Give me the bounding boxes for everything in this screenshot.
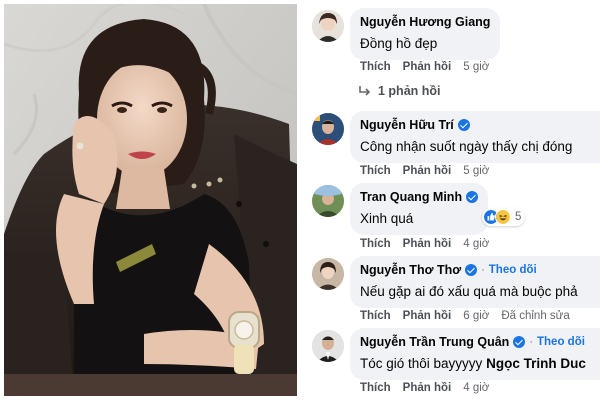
comments-panel: Nguyễn Hương Giang Đồng hồ đẹp Thích Phả… bbox=[300, 0, 600, 400]
replies-count: 1 phản hồi bbox=[378, 84, 441, 98]
comment-author[interactable]: Nguyễn Thơ Thơ bbox=[360, 262, 461, 278]
comment-actions: Thích Phản hồi 4 giờ bbox=[360, 381, 489, 395]
reply-arrow-icon bbox=[359, 86, 371, 96]
verified-badge-icon bbox=[465, 264, 478, 276]
like-button[interactable]: Thích bbox=[360, 309, 391, 323]
like-button[interactable]: Thích bbox=[360, 237, 391, 251]
comment-actions: Thích Phản hồi 4 giờ bbox=[360, 237, 489, 251]
reply-button[interactable]: Phản hồi bbox=[403, 309, 452, 323]
mention-link[interactable]: Ngọc Trinh Duc bbox=[486, 356, 586, 371]
reply-button[interactable]: Phản hồi bbox=[403, 381, 452, 395]
comment-bubble: Nguyễn Trần Trung Quân · Theo dõi Tóc gi… bbox=[350, 328, 600, 380]
comment-timestamp[interactable]: 5 giờ bbox=[463, 60, 489, 74]
comment-text: Công nhận suốt ngày thấy chị đóng bbox=[360, 139, 573, 154]
avatar[interactable] bbox=[312, 10, 344, 42]
like-button[interactable]: Thích bbox=[360, 60, 391, 74]
comment-text: Xinh quá bbox=[360, 211, 414, 226]
comment-author[interactable]: Tran Quang Minh bbox=[360, 189, 462, 205]
comment-actions: Thích Phản hồi 6 giờ Đã chỉnh sửa bbox=[360, 309, 570, 323]
reply-button[interactable]: Phản hồi bbox=[403, 164, 452, 178]
verified-badge-icon bbox=[513, 336, 526, 348]
follow-button[interactable]: Theo dõi bbox=[537, 334, 585, 350]
comment-timestamp[interactable]: 4 giờ bbox=[463, 381, 489, 395]
comment-bubble: Nguyễn Hương Giang Đồng hồ đẹp bbox=[350, 8, 501, 60]
comment-actions: Thích Phản hồi 5 giờ bbox=[360, 164, 489, 178]
post-photo[interactable] bbox=[4, 4, 297, 396]
avatar[interactable] bbox=[312, 258, 344, 290]
comment-text: Tóc gió thôi bayyyyy Ngọc Trinh Duc bbox=[360, 354, 600, 373]
woman-with-wristwatch-photo bbox=[4, 4, 297, 396]
reply-button[interactable]: Phản hồi bbox=[403, 237, 452, 251]
avatar[interactable] bbox=[312, 330, 344, 362]
haha-reaction-icon bbox=[495, 209, 511, 225]
comment-timestamp[interactable]: 4 giờ bbox=[463, 237, 489, 251]
comment-timestamp[interactable]: 5 giờ bbox=[463, 164, 489, 178]
edited-label[interactable]: Đã chỉnh sửa bbox=[501, 309, 569, 323]
comment-bubble: Nguyễn Hữu Trí Công nhận suốt ngày thấy … bbox=[350, 111, 600, 163]
reply-button[interactable]: Phản hồi bbox=[403, 60, 452, 74]
like-button[interactable]: Thích bbox=[360, 164, 391, 178]
avatar[interactable] bbox=[312, 185, 344, 217]
comment-author[interactable]: Nguyễn Hữu Trí bbox=[360, 117, 454, 133]
follow-button[interactable]: Theo dõi bbox=[489, 262, 537, 278]
comment-actions: Thích Phản hồi 5 giờ bbox=[360, 60, 489, 74]
comment-text: Đồng hồ đẹp bbox=[360, 36, 438, 51]
comment-text: Nếu gặp ai đó xấu quá mà buộc phả bbox=[360, 284, 578, 299]
like-button[interactable]: Thích bbox=[360, 381, 391, 395]
verified-badge-icon bbox=[457, 119, 470, 131]
reaction-summary[interactable]: 5 bbox=[482, 208, 526, 226]
separator-dot: · bbox=[481, 264, 485, 276]
comment-timestamp[interactable]: 6 giờ bbox=[463, 309, 489, 323]
avatar[interactable] bbox=[312, 113, 344, 145]
comment-author[interactable]: Nguyễn Trần Trung Quân bbox=[360, 334, 509, 350]
comment-bubble: Nguyễn Thơ Thơ · Theo dõi Nếu gặp ai đó … bbox=[350, 256, 600, 308]
separator-dot: · bbox=[529, 336, 533, 348]
view-replies-link[interactable]: 1 phản hồi bbox=[358, 84, 441, 98]
comment-bubble: Tran Quang Minh Xinh quá bbox=[350, 183, 489, 235]
reaction-count: 5 bbox=[515, 211, 522, 223]
comment-text-body: Tóc gió thôi bayyyyy bbox=[360, 356, 483, 371]
comment-author[interactable]: Nguyễn Hương Giang bbox=[360, 14, 490, 30]
verified-badge-icon bbox=[466, 191, 479, 203]
